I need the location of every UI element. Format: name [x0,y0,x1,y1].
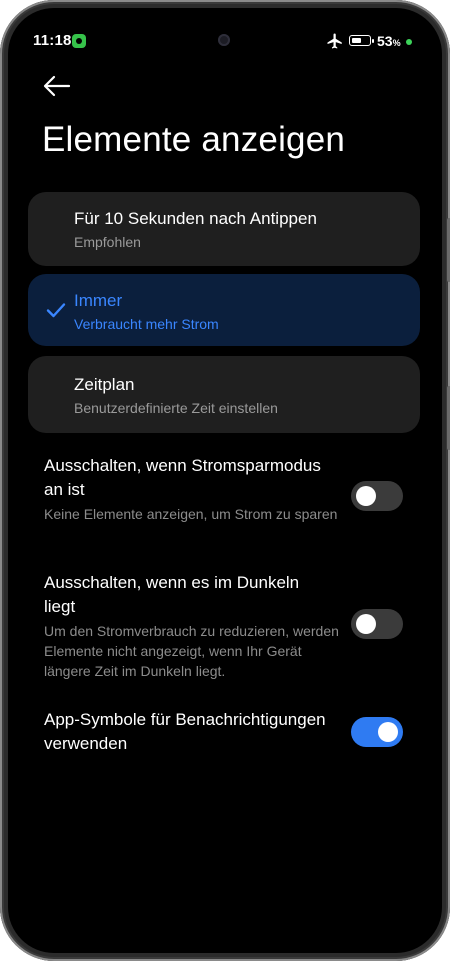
screen: 11:18 53% Elemente anzeigen Für 10 Sekun… [8,8,442,953]
status-bar: 11:18 53% [8,32,442,52]
option-title: Zeitplan [74,375,135,394]
phone-frame: 11:18 53% Elemente anzeigen Für 10 Sekun… [0,0,450,961]
airplane-icon [327,33,342,49]
power-saving-toggle[interactable] [351,481,403,511]
toggle-knob [356,486,376,506]
setting-title: App-Symbole für Benachrichtigungen verwe… [44,710,326,753]
arrow-left-icon[interactable] [42,74,72,98]
privacy-indicator [406,39,412,45]
status-time: 11:18 [33,32,72,49]
front-camera [218,34,230,46]
option-always[interactable]: Immer Verbraucht mehr Strom [28,274,420,346]
option-subtitle: Empfohlen [74,234,141,250]
checkmark-icon [46,303,66,318]
toggle-knob [378,722,398,742]
option-subtitle: Benutzerdefinierte Zeit einstellen [74,400,278,416]
option-subtitle: Verbraucht mehr Strom [74,316,219,332]
setting-title: Ausschalten, wenn Stromsparmodus an ist [44,456,321,499]
option-title: Immer [74,291,123,310]
option-title: Für 10 Sekunden nach Antippen [74,209,317,228]
toggle-knob [356,614,376,634]
setting-description: Keine Elemente anzeigen, um Strom zu spa… [44,506,338,522]
page-title: Elemente anzeigen [42,120,346,159]
setting-description: Um den Stromverbrauch zu reduzieren, wer… [44,623,339,679]
battery-icon [349,35,374,46]
in-dark-toggle[interactable] [351,609,403,639]
option-tap-10s[interactable]: Für 10 Sekunden nach Antippen Empfohlen [28,192,420,266]
battery-percent-value: 53 [377,33,393,49]
battery-percent: 53% [377,33,401,49]
battery-percent-unit: % [392,38,401,48]
setting-title: Ausschalten, wenn es im Dunkeln liegt [44,573,300,616]
app-badge-icon [72,34,86,48]
app-icons-toggle[interactable] [351,717,403,747]
option-schedule[interactable]: Zeitplan Benutzerdefinierte Zeit einstel… [28,356,420,433]
